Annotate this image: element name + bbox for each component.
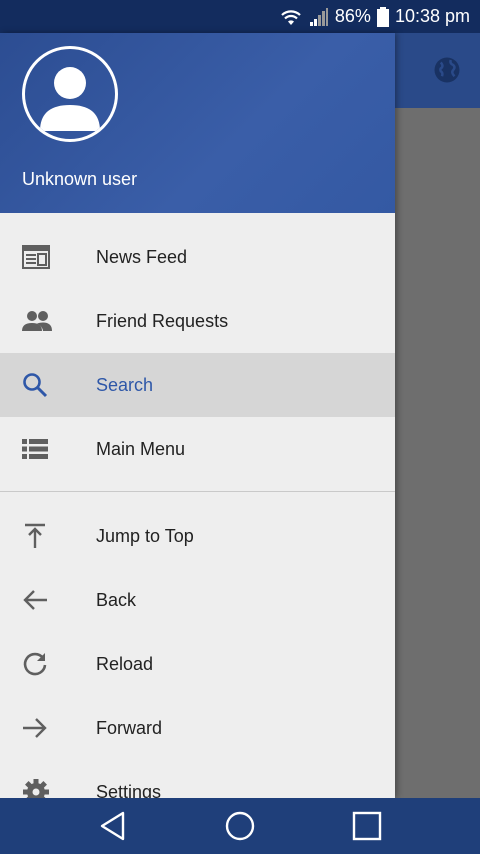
reload-icon <box>23 652 47 676</box>
navigation-drawer: Unknown user News Feed Friend Requests S… <box>0 33 395 798</box>
menu-item-friend-requests[interactable]: Friend Requests <box>0 289 395 353</box>
menu-item-label: Back <box>96 589 137 610</box>
circle-home-icon <box>225 811 255 841</box>
menu-item-label: Jump to Top <box>96 525 194 546</box>
arrow-back-icon <box>23 590 47 610</box>
menu-item-reload[interactable]: Reload <box>0 632 395 696</box>
signal-icon <box>309 7 328 26</box>
status-bar: 86% 10:38 pm <box>0 0 480 33</box>
menu-item-settings[interactable]: Settings <box>0 760 395 798</box>
drawer-header: Unknown user <box>0 33 395 213</box>
menu-item-label: Reload <box>96 653 154 674</box>
gear-icon <box>23 779 49 798</box>
nav-home-button[interactable] <box>200 798 280 854</box>
news-feed-icon <box>22 245 50 269</box>
nav-back-button[interactable] <box>73 798 153 854</box>
wifi-icon <box>281 9 301 25</box>
menu-item-news-feed[interactable]: News Feed <box>0 225 395 289</box>
battery-icon <box>376 6 389 27</box>
avatar[interactable] <box>22 46 118 142</box>
list-icon <box>22 439 48 459</box>
menu-item-label: News Feed <box>96 246 188 267</box>
menu-item-back[interactable]: Back <box>0 568 395 632</box>
menu-item-label: Friend Requests <box>96 310 229 331</box>
menu-item-label: Settings <box>96 781 162 799</box>
menu-item-label: Search <box>96 374 154 395</box>
nav-recents-button[interactable] <box>327 798 407 854</box>
friends-icon <box>22 311 52 331</box>
menu-item-main-menu[interactable]: Main Menu <box>0 417 395 481</box>
divider <box>0 491 395 492</box>
clock: 10:38 pm <box>394 6 470 26</box>
menu-item-search[interactable]: Search <box>0 353 395 417</box>
arrow-forward-icon <box>23 718 47 738</box>
battery-percent: 86% <box>334 6 371 26</box>
user-icon <box>40 67 100 131</box>
menu-item-label: Main Menu <box>96 438 186 459</box>
menu-item-jump-to-top[interactable]: Jump to Top <box>0 504 395 568</box>
globe-icon[interactable] <box>432 55 462 85</box>
triangle-back-icon <box>100 811 125 841</box>
jump-top-icon <box>25 523 45 548</box>
user-name: Unknown user <box>22 169 138 189</box>
square-recents-icon <box>352 811 382 841</box>
menu-item-label: Forward <box>96 717 163 738</box>
system-navigation-bar <box>0 798 480 854</box>
search-icon <box>23 373 48 398</box>
menu-item-forward[interactable]: Forward <box>0 696 395 760</box>
